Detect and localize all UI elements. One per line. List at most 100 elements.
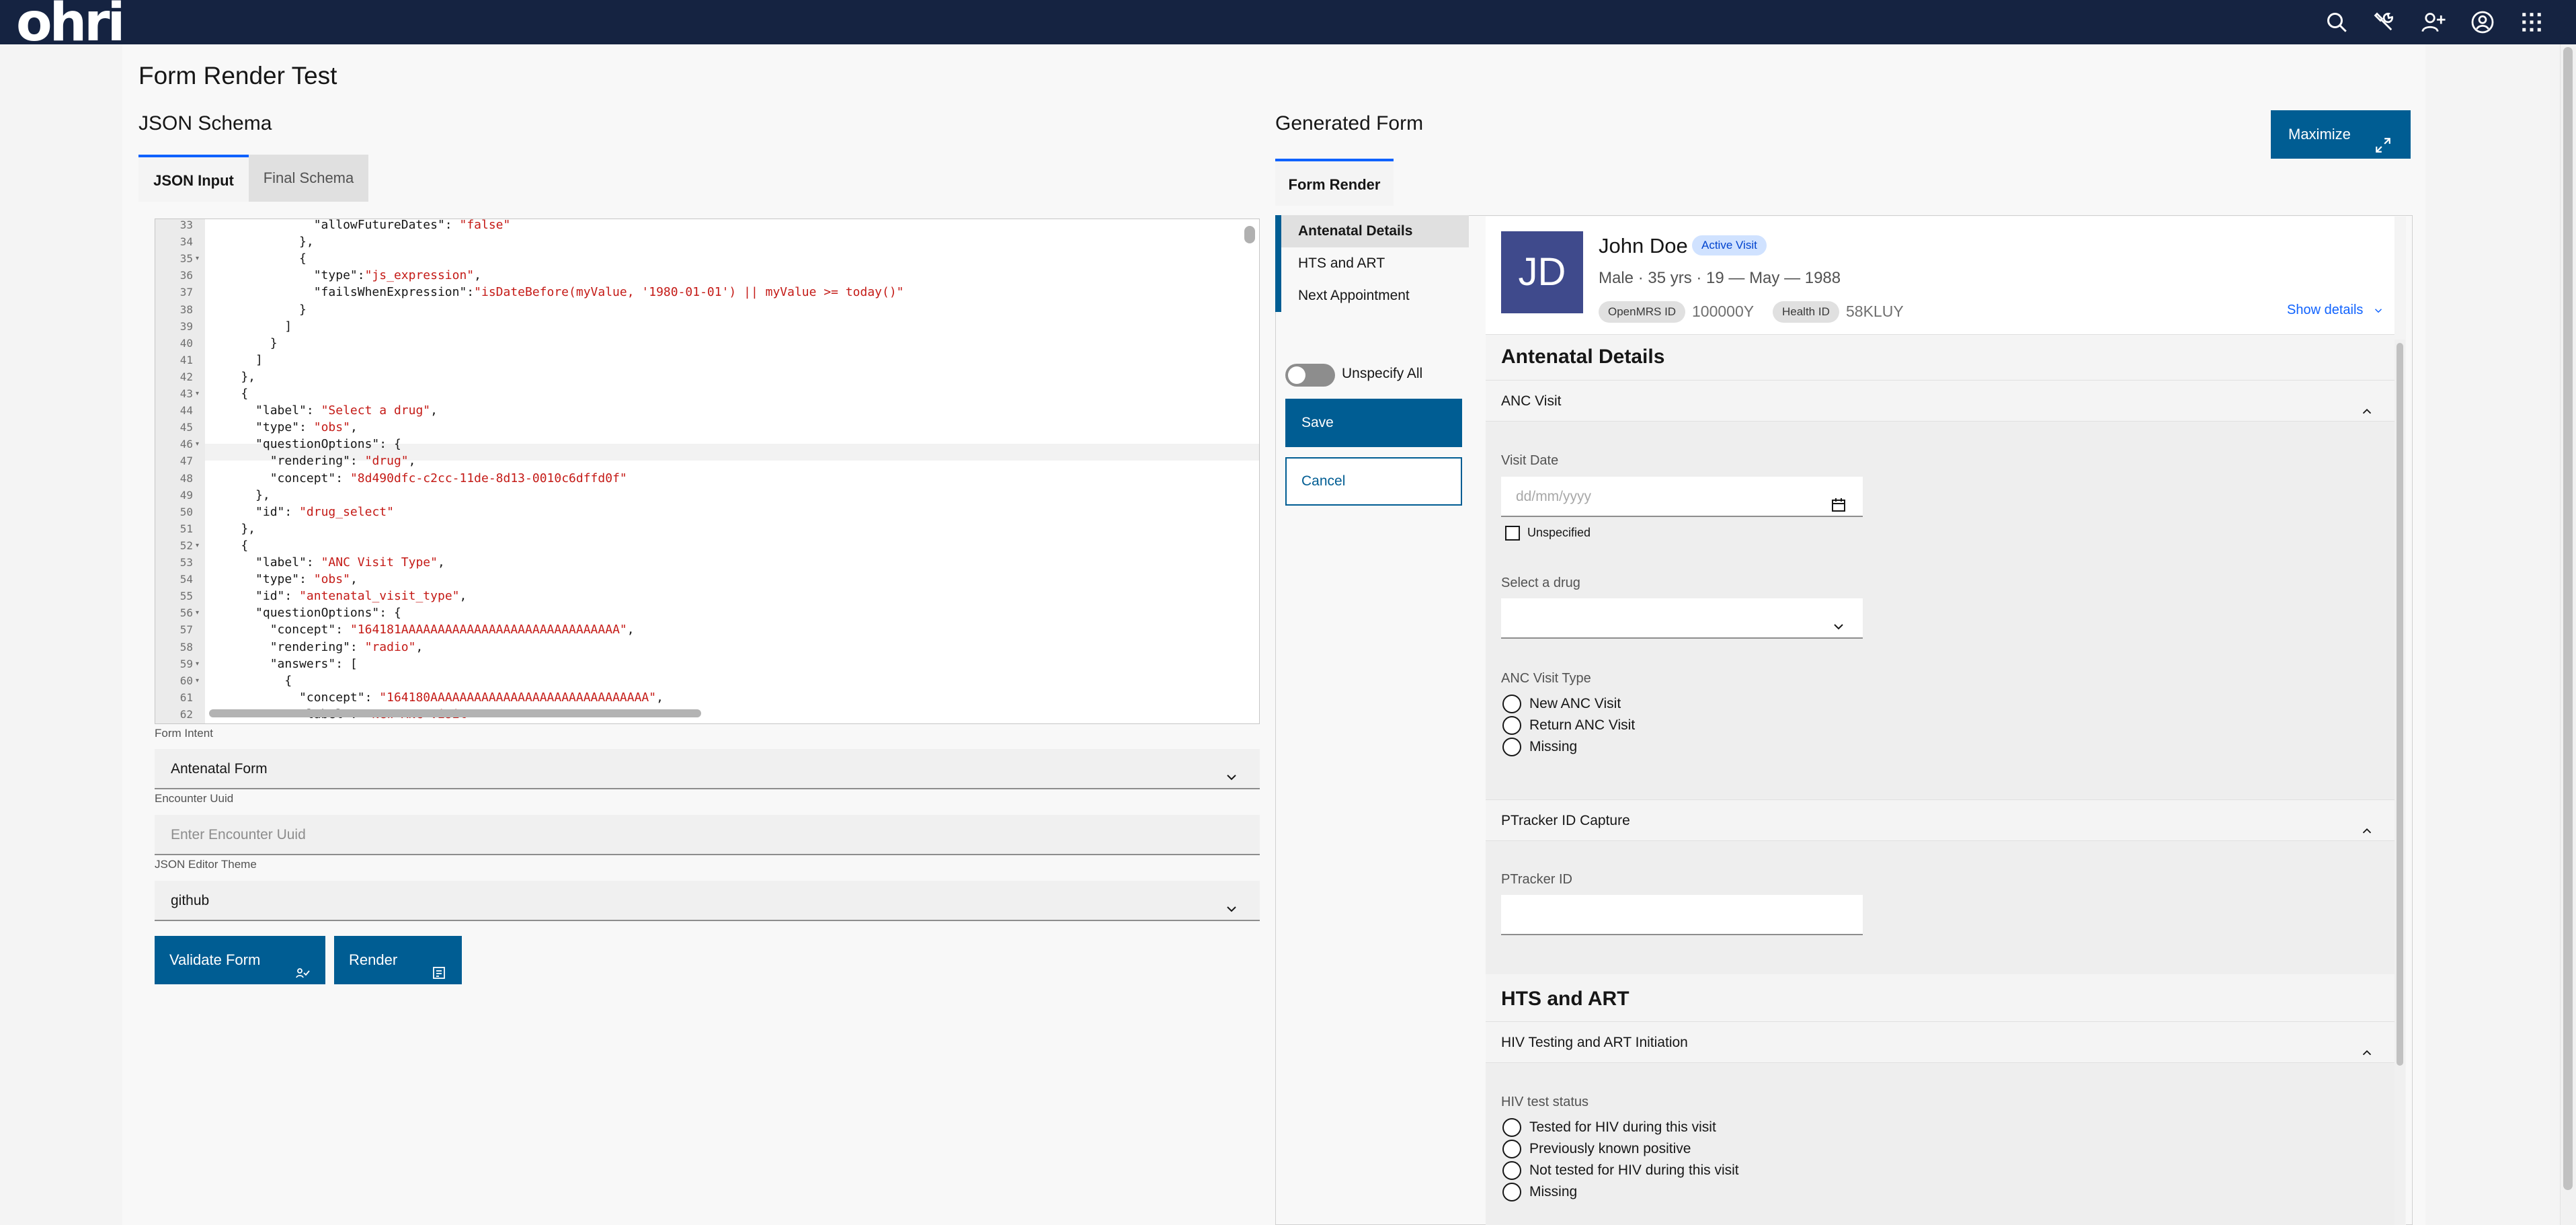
anc-visit-accordion-header[interactable]: ANC Visit [1486, 380, 2394, 422]
radio-missing-hiv[interactable] [1502, 1183, 1521, 1201]
editor-code-line[interactable]: { [212, 251, 307, 266]
validate-form-label: Validate Form [169, 951, 261, 968]
editor-line-number: 39 [179, 319, 193, 333]
radio-return-anc-visit[interactable] [1502, 716, 1521, 735]
editor-code-line[interactable]: { [212, 674, 292, 688]
radio-tested-hiv[interactable] [1502, 1118, 1521, 1137]
editor-horizontal-scrollbar[interactable] [209, 709, 701, 717]
tab-final-schema[interactable]: Final Schema [249, 155, 368, 202]
editor-code-line[interactable]: } [212, 336, 278, 350]
fold-arrow-icon[interactable]: ▾ [196, 440, 199, 448]
show-details-link[interactable]: Show details [2287, 303, 2384, 318]
app-switcher-icon[interactable] [2518, 9, 2545, 36]
validate-icon [294, 952, 311, 978]
ptracker-accordion-header[interactable]: PTracker ID Capture [1486, 799, 2394, 841]
chevron-up-icon [2360, 1035, 2374, 1056]
tab-form-render[interactable]: Form Render [1275, 159, 1394, 206]
editor-code-line[interactable]: "id": "antenatal_visit_type", [212, 589, 467, 603]
editor-vertical-scrollbar[interactable] [1244, 226, 1255, 243]
encounter-uuid-input[interactable]: Enter Encounter Uuid [155, 815, 1260, 855]
editor-code-line[interactable]: }, [212, 235, 314, 249]
editor-code-line[interactable]: "type": "obs", [212, 572, 358, 586]
form-nav-hts-and-art[interactable]: HTS and ART [1275, 247, 1469, 280]
openmrs-id-tag: OpenMRS ID [1599, 301, 1686, 323]
editor-code-line[interactable]: "rendering": "radio", [212, 640, 424, 654]
form-nav-next-appointment[interactable]: Next Appointment [1275, 280, 1469, 312]
editor-code-line[interactable]: "questionOptions": { [212, 606, 401, 620]
editor-code-line[interactable]: "answers": [ [212, 657, 358, 671]
editor-line-number: 56 [179, 606, 193, 620]
anc-visit-type-label: ANC Visit Type [1501, 671, 1591, 686]
radio-not-tested-hiv[interactable] [1502, 1161, 1521, 1180]
editor-code-line[interactable]: "questionOptions": { [212, 437, 401, 451]
visit-date-label: Visit Date [1501, 453, 1559, 468]
fold-arrow-icon[interactable]: ▾ [196, 677, 199, 684]
editor-line-number: 47 [179, 455, 193, 468]
select-drug-dropdown[interactable] [1501, 598, 1863, 639]
radio-label-missing-hiv: Missing [1529, 1184, 1578, 1199]
form-scrollbar-thumb[interactable] [2397, 343, 2403, 1066]
editor-code-line[interactable]: { [212, 387, 248, 401]
anc-visit-title: ANC Visit [1501, 393, 1562, 409]
editor-code-line[interactable]: "id": "drug_select" [212, 505, 394, 519]
hiv-testing-title: HIV Testing and ART Initiation [1501, 1035, 1688, 1050]
editor-code-line[interactable]: "label": "ANC Visit Type", [212, 555, 445, 569]
maximize-button[interactable]: Maximize [2271, 110, 2411, 159]
tools-icon[interactable] [2370, 9, 2397, 36]
editor-code-line[interactable]: } [212, 303, 307, 317]
json-editor[interactable]: 33 "allowFutureDates": "false" 34 }, 35 ▾ {… [155, 219, 1260, 724]
fold-arrow-icon[interactable]: ▾ [196, 609, 199, 617]
ohri-logo[interactable]: ohri [16, 0, 125, 49]
editor-code-line[interactable]: "rendering": "drug", [212, 454, 416, 468]
editor-code-line[interactable]: "type":"js_expression", [212, 268, 481, 282]
page-scrollbar-thumb[interactable] [2563, 47, 2573, 1190]
editor-code-line[interactable]: "allowFutureDates": "false" [212, 219, 511, 232]
editor-line-number: 50 [179, 505, 193, 518]
search-icon[interactable] [2323, 9, 2350, 36]
editor-line-number: 51 [179, 522, 193, 535]
form-nav-antenatal-details[interactable]: Antenatal Details [1275, 215, 1469, 247]
editor-line-number: 41 [179, 353, 193, 366]
radio-missing-anc[interactable] [1502, 738, 1521, 756]
chevron-down-icon [1223, 893, 1240, 912]
save-button[interactable]: Save [1285, 399, 1462, 447]
render-button[interactable]: Render [334, 936, 462, 984]
editor-code-line[interactable]: }, [212, 370, 255, 384]
ptracker-id-input[interactable] [1501, 895, 1863, 935]
editor-code-line[interactable]: "failsWhenExpression":"isDateBefore(myVa… [212, 285, 904, 299]
editor-line-number: 61 [179, 690, 193, 704]
fold-arrow-icon[interactable]: ▾ [196, 542, 199, 549]
editor-code-line[interactable]: "type": "obs", [212, 420, 358, 434]
form-intent-select[interactable]: Antenatal Form [155, 749, 1260, 789]
editor-line-number: 33 [179, 219, 193, 231]
render-label: Render [349, 951, 398, 968]
editor-code-line[interactable]: "label": "Select a drug", [212, 403, 438, 418]
fold-arrow-icon[interactable]: ▾ [196, 390, 199, 397]
add-user-icon[interactable] [2420, 9, 2447, 36]
hiv-testing-accordion-header[interactable]: HIV Testing and ART Initiation [1486, 1021, 2394, 1063]
editor-code-line[interactable]: "concept": "164180AAAAAAAAAAAAAAAAAAAAAA… [212, 690, 663, 705]
user-profile-icon[interactable] [2469, 9, 2496, 36]
editor-code-line[interactable]: { [212, 539, 248, 553]
editor-code-line[interactable]: "concept": "8d490dfc-c2cc-11de-8d13-0010… [212, 471, 627, 485]
editor-code-line[interactable]: ] [212, 353, 263, 367]
editor-code-line[interactable]: "concept": "164181AAAAAAAAAAAAAAAAAAAAAA… [212, 623, 635, 637]
health-id-tag: Health ID [1773, 301, 1839, 323]
editor-code-line[interactable]: }, [212, 522, 255, 536]
cancel-button[interactable]: Cancel [1285, 457, 1462, 506]
validate-form-button[interactable]: Validate Form [155, 936, 325, 984]
radio-label-return-anc-visit: Return ANC Visit [1529, 717, 1636, 733]
editor-code-line[interactable]: ] [212, 319, 292, 333]
editor-line-number: 57 [179, 623, 193, 637]
calendar-icon[interactable] [1830, 489, 1847, 512]
radio-new-anc-visit[interactable] [1502, 695, 1521, 713]
fold-arrow-icon[interactable]: ▾ [196, 255, 199, 262]
editor-code-line[interactable]: }, [212, 488, 270, 502]
tab-json-input[interactable]: JSON Input [138, 155, 249, 202]
editor-theme-select[interactable]: github [155, 881, 1260, 921]
visit-date-input[interactable]: dd/mm/yyyy [1501, 477, 1863, 517]
unspecified-checkbox[interactable] [1505, 526, 1520, 541]
fold-arrow-icon[interactable]: ▾ [196, 660, 199, 668]
editor-line-number: 34 [179, 235, 193, 249]
radio-known-positive[interactable] [1502, 1140, 1521, 1158]
